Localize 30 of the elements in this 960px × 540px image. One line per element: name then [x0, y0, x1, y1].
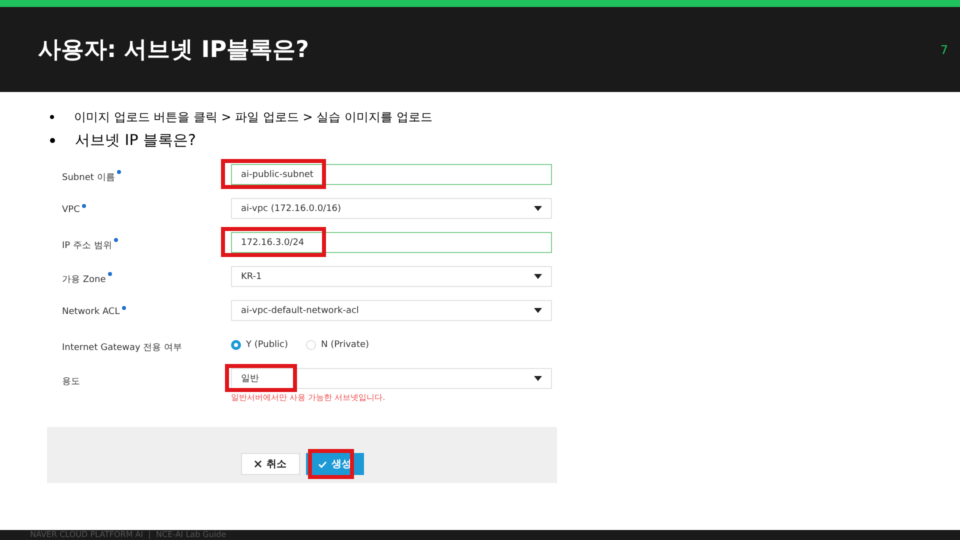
dropdown[interactable]: 일반 — [231, 368, 552, 389]
field-label: VPC — [62, 205, 80, 215]
check-icon — [318, 460, 326, 468]
cancel-button[interactable]: 취소 — [240, 453, 300, 475]
slide-title: 사용자: 서브넷 IP블록은? — [38, 36, 309, 65]
dropdown[interactable]: KR-1 — [231, 266, 552, 287]
radio-option[interactable]: N (Private) — [306, 340, 370, 350]
hint-text: 일반서버에서만 사용 가능한 서브넷입니다. — [231, 392, 386, 404]
bullet-text: 서브넷 IP 블록은? — [75, 130, 196, 150]
input-field[interactable]: 172.16.3.0/24 — [231, 232, 552, 253]
caret-icon — [534, 274, 542, 279]
field-label: 가용 Zone — [62, 274, 106, 286]
field-label: Internet Gateway 전용 여부 — [62, 342, 182, 354]
field-label: Subnet 이름 — [62, 172, 115, 184]
field-label: IP 주소 범위 — [62, 240, 112, 252]
bullet-icon — [50, 138, 55, 142]
caret-icon — [534, 206, 542, 211]
input-field[interactable]: ai-public-subnet — [231, 164, 552, 185]
close-icon — [254, 460, 262, 468]
dropdown[interactable]: ai-vpc-default-network-acl — [231, 300, 552, 321]
bullet-text: 이미지 업로드 버튼을 클릭 > 파일 업로드 > 실습 이미지를 업로드 — [74, 108, 432, 126]
dropdown[interactable]: ai-vpc (172.16.0.0/16) — [231, 198, 552, 219]
caret-icon — [534, 308, 542, 313]
page-number: 7 — [940, 42, 948, 56]
caret-icon — [534, 376, 542, 381]
field-label: Network ACL — [62, 307, 120, 317]
radio-option[interactable]: Y (Public) — [231, 340, 288, 350]
field-label: 용도 — [62, 376, 80, 388]
bullet-icon — [50, 115, 54, 119]
footer-text: NAVER CLOUD PLATFORM AI | NCE-AI Lab Guide — [30, 530, 226, 540]
